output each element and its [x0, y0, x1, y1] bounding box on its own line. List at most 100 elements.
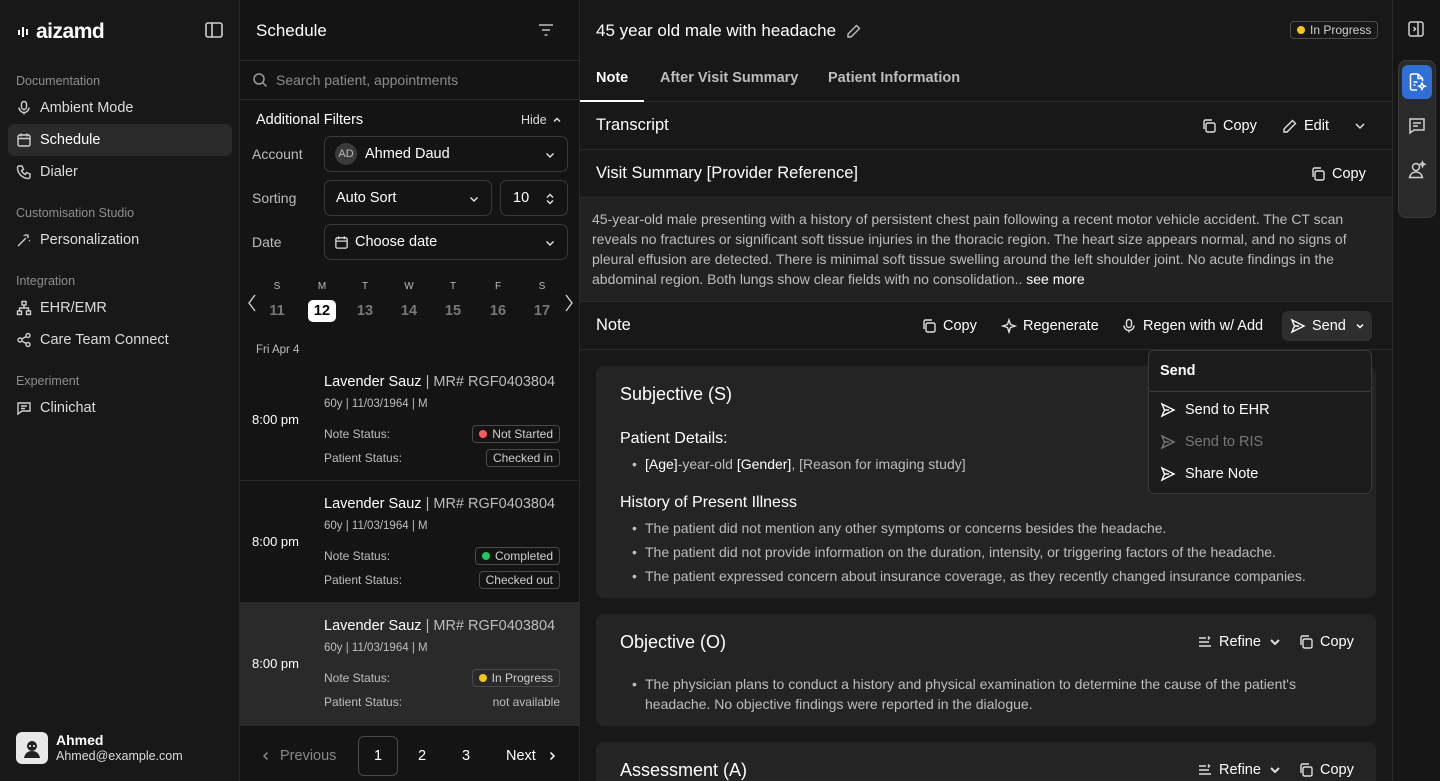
patient-name: Lavender Sauz | MR# RGF0403804 [324, 374, 555, 390]
calendar-day[interactable]: 17 [527, 300, 557, 322]
hpi-item: The patient did not mention any other sy… [632, 518, 1166, 538]
user-profile[interactable]: Ahmed Ahmed@example.com [16, 732, 183, 764]
objective-copy-button[interactable]: Copy [1298, 632, 1354, 652]
appointment-time: 8:00 pm [252, 534, 299, 549]
sidebar-toggle-icon[interactable] [204, 20, 224, 40]
share-note-item[interactable]: Share Note [1160, 466, 1258, 482]
copy-label: Copy [1223, 118, 1257, 134]
appointment-row[interactable]: 8:00 pm Lavender Sauz | MR# RGF0403804 6… [240, 481, 579, 603]
sidebar-item-label: Care Team Connect [40, 332, 169, 348]
sidebar-item-label: Ambient Mode [40, 100, 134, 116]
sidebar-item-care-team-connect[interactable]: Care Team Connect [8, 324, 232, 356]
menu-divider [1149, 391, 1371, 392]
chevron-down-icon [1270, 767, 1280, 774]
regen-add-label: Regen with w/ Add [1143, 318, 1264, 334]
transcript-copy-button[interactable]: Copy [1201, 102, 1257, 150]
regen-with-add-button[interactable]: Regen with w/ Add [1121, 302, 1263, 350]
note-status-label: Note Status: [324, 671, 391, 685]
calendar-day[interactable]: 15 [438, 300, 468, 322]
app-root: aizamd Documentation Ambient Mode Schedu… [0, 0, 1440, 781]
tab-after-visit-summary[interactable]: After Visit Summary [660, 60, 798, 102]
sidebar-item-ehr-emr[interactable]: EHR/EMR [8, 292, 232, 324]
hide-filters-button[interactable]: Hide [521, 113, 563, 127]
regenerate-button[interactable]: Regenerate [1001, 302, 1099, 350]
transcript-expand-button[interactable] [1352, 102, 1368, 150]
previous-page-button[interactable]: Previous [260, 736, 336, 776]
visit-summary-title: Visit Summary [Provider Reference] [596, 164, 858, 182]
mr-number: | MR# RGF0403804 [425, 618, 556, 634]
send-to-ehr-item[interactable]: Send to EHR [1160, 402, 1270, 418]
chat-icon [17, 402, 31, 416]
assistant-tool-button[interactable] [1402, 153, 1432, 187]
patient-status-text: not available [492, 695, 560, 709]
calendar-day[interactable]: 11 [262, 300, 292, 322]
brand-logo[interactable]: aizamd [18, 20, 105, 44]
send-button[interactable]: Send [1282, 311, 1372, 341]
sidebar-item-ambient-mode[interactable]: Ambient Mode [8, 92, 232, 124]
ai-note-tool-button[interactable] [1402, 65, 1432, 99]
search-input[interactable] [276, 72, 556, 88]
appointment-row-selected[interactable]: 8:00 pm Lavender Sauz | MR# RGF0403804 6… [240, 603, 579, 725]
updown-chevron-icon [546, 193, 554, 205]
objective-refine-button[interactable]: Refine [1197, 632, 1283, 652]
schedule-title: Schedule [256, 21, 327, 40]
sidebar-item-schedule[interactable]: Schedule [8, 124, 232, 156]
patient-name-text: Lavender Sauz [324, 496, 422, 512]
send-icon [1290, 318, 1306, 334]
brand-name: aizamd [36, 20, 105, 43]
calendar-day-selected[interactable]: 12 [308, 300, 336, 322]
calendar-prev-icon[interactable] [246, 293, 258, 313]
sidebar-item-label: Schedule [40, 132, 101, 148]
page-button-3[interactable]: 3 [454, 736, 478, 776]
assessment-copy-button[interactable]: Copy [1298, 760, 1354, 780]
account-label: Account [252, 146, 303, 162]
send-menu-title: Send [1160, 363, 1196, 379]
right-rail [1392, 0, 1440, 781]
send-to-ris-item[interactable]: Send to RIS [1160, 434, 1263, 450]
nav-section-integration: Integration [16, 274, 76, 288]
logo-mark-icon [18, 24, 32, 40]
sidebar-item-clinichat[interactable]: Clinichat [8, 392, 232, 424]
count-stepper[interactable]: 10 [500, 180, 568, 216]
hpi-item: The patient expressed concern about insu… [632, 566, 1306, 586]
messages-tool-button[interactable] [1402, 109, 1432, 143]
patient-name: Lavender Sauz | MR# RGF0403804 [324, 496, 555, 512]
page-button-1[interactable]: 1 [358, 736, 398, 776]
sidebar-item-dialer[interactable]: Dialer [8, 156, 232, 188]
sorting-select[interactable]: Auto Sort [324, 180, 492, 216]
assessment-refine-button[interactable]: Refine [1197, 760, 1283, 780]
calendar-day[interactable]: 14 [394, 300, 424, 322]
calendar-day[interactable]: 13 [350, 300, 380, 322]
appointment-row[interactable]: 8:00 pm Lavender Sauz | MR# RGF0403804 6… [240, 359, 579, 481]
tab-patient-information[interactable]: Patient Information [828, 60, 960, 102]
next-page-button[interactable]: Next [506, 736, 558, 776]
user-email: Ahmed@example.com [56, 749, 183, 763]
date-picker[interactable]: Choose date [324, 224, 568, 260]
sidebar-item-personalization[interactable]: Personalization [8, 224, 232, 256]
transcript-edit-button[interactable]: Edit [1282, 102, 1329, 150]
edit-pencil-icon[interactable] [846, 23, 862, 39]
note-copy-button[interactable]: Copy [921, 302, 977, 350]
visit-summary-copy-button[interactable]: Copy [1310, 150, 1366, 198]
network-icon [16, 300, 32, 316]
date-group-label: Fri Apr 4 [256, 344, 300, 356]
tab-note[interactable]: Note [580, 60, 645, 102]
refine-label: Refine [1219, 762, 1261, 778]
date-label: Date [252, 234, 282, 250]
see-more-link[interactable]: see more [1026, 271, 1084, 287]
reason-placeholder: , [Reason for imaging study] [791, 456, 966, 472]
sorting-value: Auto Sort [336, 190, 397, 206]
mr-number: | MR# RGF0403804 [425, 374, 556, 390]
mic-icon [1123, 318, 1135, 333]
patient-details-line: [Age]-year-old [Gender], [Reason for ima… [632, 454, 966, 474]
calendar-day[interactable]: 16 [483, 300, 513, 322]
note-title: Note [596, 316, 631, 334]
assistant-icon [1408, 160, 1427, 179]
panel-collapse-icon[interactable] [1407, 20, 1425, 38]
calendar-next-icon[interactable] [563, 293, 575, 313]
chevron-right-icon [549, 751, 555, 761]
page-button-2[interactable]: 2 [410, 736, 434, 776]
refine-label: Refine [1219, 634, 1261, 650]
filter-icon[interactable] [536, 20, 556, 40]
account-select[interactable]: AD Ahmed Daud [324, 136, 568, 172]
